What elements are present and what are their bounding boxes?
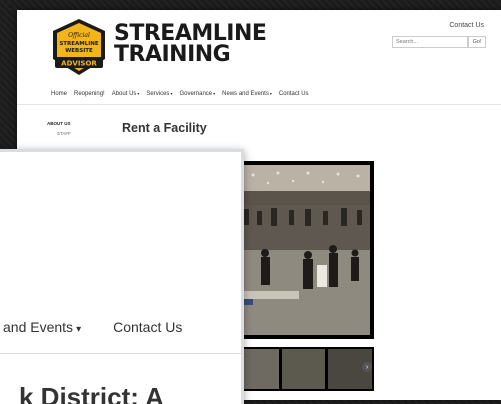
zoomed-nav-label: and Events bbox=[3, 319, 74, 335]
chevron-down-icon: ▾ bbox=[137, 91, 140, 96]
nav-label: News and Events bbox=[222, 91, 269, 97]
chevron-down-icon: ▾ bbox=[170, 91, 173, 96]
nav-label: Services bbox=[146, 91, 170, 97]
zoom-magnifier-panel: and Events ▾ Contact Us k District: A bbox=[0, 149, 244, 404]
zoomed-nav-divider bbox=[0, 353, 241, 354]
brand-line-2: TRAINING bbox=[114, 42, 231, 67]
nav-item-contact-us[interactable]: Contact Us bbox=[279, 91, 309, 97]
zoomed-heading-fragment: k District: A bbox=[19, 382, 164, 404]
chevron-down-icon: ▾ bbox=[213, 91, 216, 96]
nav-item-home[interactable]: Home bbox=[51, 91, 67, 97]
main-nav: Home Reopening! About Us▾ Services▾ Gove… bbox=[51, 91, 309, 97]
nav-item-about-us[interactable]: About Us▾ bbox=[112, 91, 140, 97]
zoomed-nav: and Events ▾ Contact Us bbox=[3, 319, 182, 335]
nav-label: About Us bbox=[111, 91, 137, 97]
header-contact-link[interactable]: Contact Us bbox=[449, 22, 484, 29]
search-go-button[interactable]: Go! bbox=[468, 36, 486, 48]
page-title: Rent a Facility bbox=[122, 121, 207, 135]
nav-label: Contact Us bbox=[278, 91, 309, 97]
nav-item-services[interactable]: Services▾ bbox=[146, 91, 172, 97]
badge-line-1: Official bbox=[68, 32, 90, 39]
nav-item-reopening[interactable]: Reopening! bbox=[74, 91, 105, 97]
sidebar-section-title[interactable]: ABOUT US bbox=[47, 121, 71, 126]
search-input[interactable] bbox=[392, 36, 468, 48]
gallery-thumbnail[interactable] bbox=[281, 349, 326, 389]
streamline-advisor-badge-logo[interactable]: Official STREAMLINE WEBSITE ADVISOR bbox=[47, 17, 111, 77]
zoomed-nav-news-and-events[interactable]: and Events ▾ bbox=[3, 319, 81, 335]
nav-item-news-and-events[interactable]: News and Events▾ bbox=[222, 91, 272, 97]
site-brand[interactable]: STREAMLINE TRAINING bbox=[114, 21, 267, 67]
brand-line-1: STREAMLINE bbox=[114, 21, 267, 46]
chevron-down-icon: ▾ bbox=[76, 324, 82, 335]
badge-line-2: STREAMLINE bbox=[59, 41, 99, 47]
gallery-next-arrow-icon[interactable]: › bbox=[362, 362, 372, 372]
nav-label: Home bbox=[51, 91, 68, 97]
nav-label: Governance bbox=[179, 91, 213, 97]
nav-divider bbox=[17, 104, 501, 105]
gallery-thumbnails bbox=[233, 347, 374, 391]
facility-photo[interactable] bbox=[233, 161, 374, 339]
chevron-down-icon: ▾ bbox=[269, 91, 272, 96]
zoomed-nav-contact-us[interactable]: Contact Us bbox=[113, 319, 182, 335]
badge-line-4: ADVISOR bbox=[61, 60, 97, 68]
sidebar-item-staff[interactable]: STAFF bbox=[57, 131, 71, 136]
badge-line-3: WEBSITE bbox=[65, 48, 93, 54]
nav-item-governance[interactable]: Governance▾ bbox=[179, 91, 215, 97]
nav-label: Reopening! bbox=[74, 91, 105, 97]
